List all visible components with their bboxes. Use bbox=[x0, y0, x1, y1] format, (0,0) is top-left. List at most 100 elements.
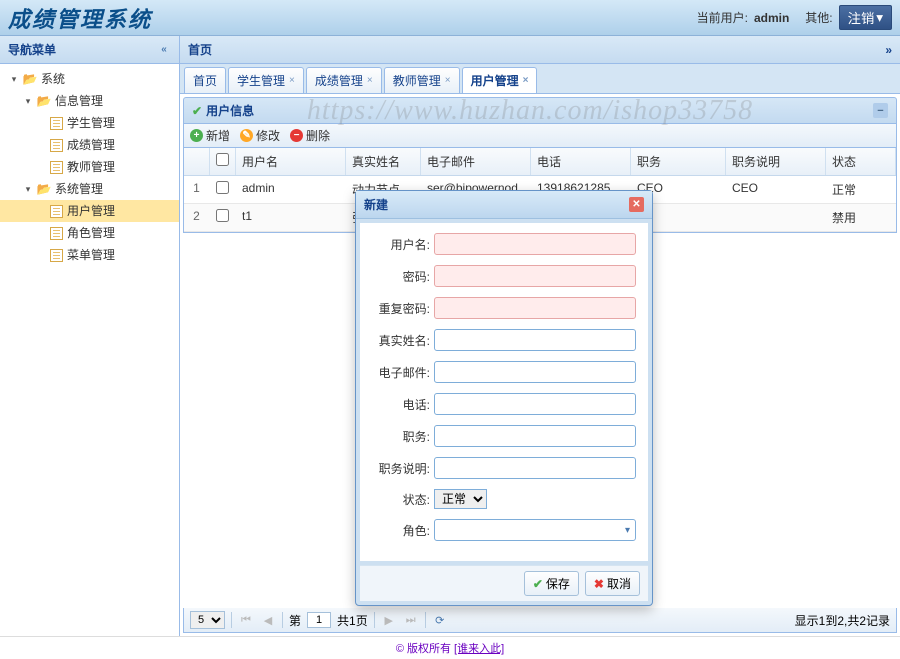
last-page-icon[interactable]: ⏭ bbox=[403, 612, 419, 628]
col-header[interactable]: 用户名 bbox=[236, 148, 346, 175]
tree-node-student[interactable]: 学生管理 bbox=[0, 112, 179, 134]
current-user-label: 当前用户: bbox=[697, 9, 748, 26]
content-title: 首页 bbox=[188, 41, 212, 58]
tab-teacher[interactable]: 教师管理 × bbox=[384, 67, 460, 93]
next-page-icon[interactable]: ▶ bbox=[381, 612, 397, 628]
close-icon[interactable]: × bbox=[367, 75, 373, 86]
phone-input[interactable] bbox=[434, 393, 636, 415]
nav-tree: ▾ 系统 ▾ 信息管理 学生管理 成绩管理 bbox=[0, 64, 179, 270]
tab-label: 学生管理 bbox=[237, 72, 285, 89]
tree-toggle-icon[interactable]: ▾ bbox=[8, 73, 20, 85]
posdesc-input[interactable] bbox=[434, 457, 636, 479]
tab-student[interactable]: 学生管理 × bbox=[228, 67, 304, 93]
col-header[interactable]: 电子邮件 bbox=[421, 148, 531, 175]
cancel-button[interactable]: ✖取消 bbox=[585, 571, 640, 596]
toolbar: +新增 ✎修改 −删除 bbox=[183, 124, 897, 148]
col-header[interactable]: 状态 bbox=[826, 148, 896, 175]
tree-toggle-icon[interactable]: ▾ bbox=[22, 183, 34, 195]
tree-node-score[interactable]: 成绩管理 bbox=[0, 134, 179, 156]
close-icon[interactable]: × bbox=[289, 75, 295, 86]
folder-open-icon bbox=[22, 71, 38, 87]
chevron-down-icon: ▾ bbox=[625, 525, 630, 536]
tree-node-system[interactable]: ▾ 系统 bbox=[0, 68, 179, 90]
password-input[interactable] bbox=[434, 265, 636, 287]
tree-node-sys-mgmt[interactable]: ▾ 系统管理 bbox=[0, 178, 179, 200]
password2-input[interactable] bbox=[434, 297, 636, 319]
label-realname: 真实姓名: bbox=[372, 332, 434, 349]
col-header[interactable]: 真实姓名 bbox=[346, 148, 421, 175]
tree-node-user-mgmt[interactable]: 用户管理 bbox=[0, 200, 179, 222]
page-icon bbox=[48, 115, 64, 131]
prev-page-icon[interactable]: ◀ bbox=[260, 612, 276, 628]
btn-label: 保存 bbox=[546, 575, 570, 592]
logout-button[interactable]: 注销 ▾ bbox=[839, 5, 892, 30]
edit-button[interactable]: ✎修改 bbox=[240, 127, 280, 144]
dialog-header[interactable]: 新建 ✕ bbox=[356, 191, 652, 219]
tree-label: 角色管理 bbox=[67, 224, 115, 242]
collapse-right-icon[interactable]: » bbox=[885, 43, 892, 57]
refresh-icon[interactable]: ⟳ bbox=[432, 612, 448, 628]
col-header[interactable]: 电话 bbox=[531, 148, 631, 175]
add-button[interactable]: +新增 bbox=[190, 127, 230, 144]
realname-input[interactable] bbox=[434, 329, 636, 351]
col-header[interactable]: 职务 bbox=[631, 148, 726, 175]
first-page-icon[interactable]: ⏮ bbox=[238, 612, 254, 628]
collapse-left-icon[interactable]: « bbox=[157, 43, 171, 57]
cell bbox=[726, 204, 826, 231]
tree-toggle-icon[interactable]: ▾ bbox=[22, 95, 34, 107]
col-header[interactable]: 职务说明 bbox=[726, 148, 826, 175]
cell: CEO bbox=[726, 176, 826, 203]
tree-node-menu-mgmt[interactable]: 菜单管理 bbox=[0, 244, 179, 266]
sidebar-title: 导航菜单 bbox=[8, 41, 56, 58]
total-pages: 共1页 bbox=[337, 612, 368, 629]
label-status: 状态: bbox=[372, 491, 434, 508]
page-icon bbox=[48, 225, 64, 241]
tab-label: 成绩管理 bbox=[315, 72, 363, 89]
cell-rownum: 1 bbox=[184, 176, 210, 203]
minimize-icon[interactable]: − bbox=[873, 103, 888, 118]
folder-open-icon bbox=[36, 181, 52, 197]
current-user: admin bbox=[754, 11, 789, 25]
tab-label: 用户管理 bbox=[471, 72, 519, 89]
cell-checkbox bbox=[210, 176, 236, 203]
page-prefix: 第 bbox=[289, 612, 301, 629]
tree-label: 菜单管理 bbox=[67, 246, 115, 264]
tree-node-role-mgmt[interactable]: 角色管理 bbox=[0, 222, 179, 244]
tree-label: 成绩管理 bbox=[67, 136, 115, 154]
label-role: 角色: bbox=[372, 522, 434, 539]
app-logo: 成绩管理系统 bbox=[8, 2, 697, 34]
label-phone: 电话: bbox=[372, 396, 434, 413]
close-icon[interactable]: ✕ bbox=[629, 197, 644, 212]
footer-link[interactable]: [谁来入此] bbox=[454, 643, 504, 655]
close-icon[interactable]: × bbox=[445, 75, 451, 86]
tab-home[interactable]: 首页 bbox=[184, 67, 226, 93]
status-select[interactable]: 正常 bbox=[434, 489, 487, 509]
tree-label: 学生管理 bbox=[67, 114, 115, 132]
position-input[interactable] bbox=[434, 425, 636, 447]
save-button[interactable]: ✔保存 bbox=[524, 571, 579, 596]
delete-button[interactable]: −删除 bbox=[290, 127, 330, 144]
close-icon[interactable]: × bbox=[523, 75, 529, 86]
page-icon bbox=[48, 137, 64, 153]
sidebar-header: 导航菜单 « bbox=[0, 36, 179, 64]
tab-user[interactable]: 用户管理 × bbox=[462, 67, 538, 93]
tree-node-teacher[interactable]: 教师管理 bbox=[0, 156, 179, 178]
email-input[interactable] bbox=[434, 361, 636, 383]
pencil-icon: ✎ bbox=[240, 129, 253, 142]
folder-open-icon bbox=[36, 93, 52, 109]
username-input[interactable] bbox=[434, 233, 636, 255]
row-checkbox[interactable] bbox=[216, 181, 229, 194]
checkbox-all[interactable] bbox=[216, 153, 229, 166]
tree-node-info-mgmt[interactable]: ▾ 信息管理 bbox=[0, 90, 179, 112]
page-input[interactable] bbox=[307, 612, 331, 628]
check-icon: ✔ bbox=[192, 104, 202, 118]
tab-label: 教师管理 bbox=[393, 72, 441, 89]
role-combo[interactable]: ▾ bbox=[434, 519, 636, 541]
page-size-select[interactable]: 5 bbox=[190, 611, 225, 629]
label-position: 职务: bbox=[372, 428, 434, 445]
tab-score[interactable]: 成绩管理 × bbox=[306, 67, 382, 93]
row-checkbox[interactable] bbox=[216, 209, 229, 222]
tree-label: 系统 bbox=[41, 70, 65, 88]
footer: © 版权所有 [谁来入此] bbox=[0, 636, 900, 659]
btn-label: 修改 bbox=[256, 127, 280, 144]
